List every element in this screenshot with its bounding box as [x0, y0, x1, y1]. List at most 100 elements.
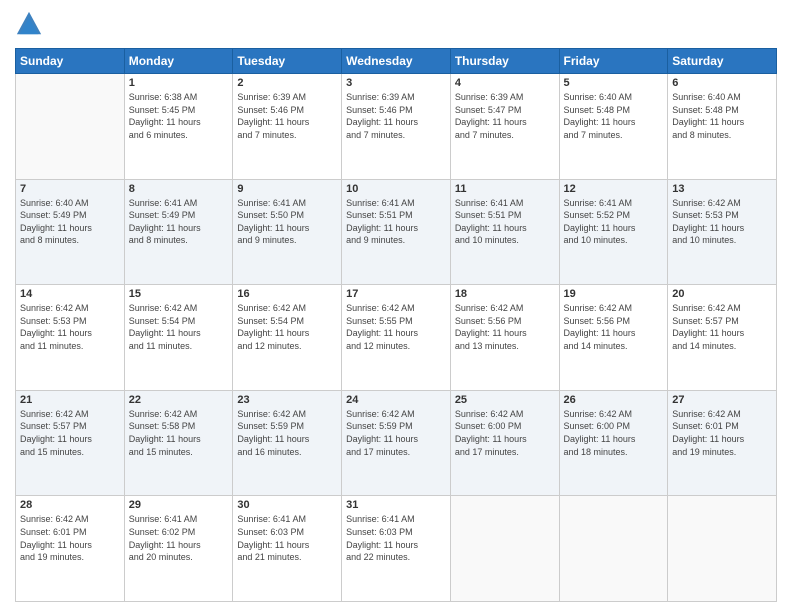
header-saturday: Saturday: [668, 49, 777, 74]
header-monday: Monday: [124, 49, 233, 74]
calendar-cell: [16, 74, 125, 180]
day-info: Sunrise: 6:42 AM Sunset: 5:54 PM Dayligh…: [129, 302, 229, 352]
day-number: 29: [129, 499, 229, 511]
calendar-week-row: 7Sunrise: 6:40 AM Sunset: 5:49 PM Daylig…: [16, 179, 777, 285]
calendar-body: 1 Sunrise: 6:38 AM Sunset: 5:45 PM Daylig…: [16, 74, 777, 602]
calendar-cell: 23Sunrise: 6:42 AM Sunset: 5:59 PM Dayli…: [233, 390, 342, 496]
day-info: Sunrise: 6:42 AM Sunset: 6:01 PM Dayligh…: [20, 513, 120, 563]
header: [15, 10, 777, 40]
day-number: 23: [237, 394, 337, 406]
calendar-cell: 28 Sunrise: 6:42 AM Sunset: 6:01 PM Dayli…: [16, 496, 125, 602]
day-info: Sunrise: 6:41 AM Sunset: 5:52 PM Dayligh…: [564, 197, 664, 247]
day-number: 28: [20, 499, 120, 511]
day-info: Sunrise: 6:42 AM Sunset: 5:56 PM Dayligh…: [455, 302, 555, 352]
calendar-cell: 14 Sunrise: 6:42 AM Sunset: 5:53 PM Dayli…: [16, 285, 125, 391]
header-friday: Friday: [559, 49, 668, 74]
header-thursday: Thursday: [450, 49, 559, 74]
header-tuesday: Tuesday: [233, 49, 342, 74]
day-info: Sunrise: 6:41 AM Sunset: 6:03 PM Dayligh…: [237, 513, 337, 563]
day-info: Sunrise: 6:41 AM Sunset: 5:50 PM Dayligh…: [237, 197, 337, 247]
day-info: Sunrise: 6:42 AM Sunset: 5:57 PM Dayligh…: [672, 302, 772, 352]
day-info: Sunrise: 6:39 AM Sunset: 5:46 PM Dayligh…: [346, 91, 446, 141]
day-number: 9: [237, 183, 337, 195]
logo-icon: [15, 10, 43, 38]
day-number: 27: [672, 394, 772, 406]
day-info: Sunrise: 6:42 AM Sunset: 5:53 PM Dayligh…: [20, 302, 120, 352]
calendar-table: Sunday Monday Tuesday Wednesday Thursday…: [15, 48, 777, 602]
calendar-cell: 1 Sunrise: 6:38 AM Sunset: 5:45 PM Daylig…: [124, 74, 233, 180]
day-info: Sunrise: 6:42 AM Sunset: 5:53 PM Dayligh…: [672, 197, 772, 247]
calendar-cell: 26 Sunrise: 6:42 AM Sunset: 6:00 PM Dayli…: [559, 390, 668, 496]
day-number: 7: [20, 183, 120, 195]
day-info: Sunrise: 6:38 AM Sunset: 5:45 PM Dayligh…: [129, 91, 229, 141]
page: Sunday Monday Tuesday Wednesday Thursday…: [0, 0, 792, 612]
header-sunday: Sunday: [16, 49, 125, 74]
day-number: 10: [346, 183, 446, 195]
day-info: Sunrise: 6:42 AM Sunset: 5:58 PM Dayligh…: [129, 408, 229, 458]
day-info: Sunrise: 6:41 AM Sunset: 5:49 PM Dayligh…: [129, 197, 229, 247]
day-number: 17: [346, 288, 446, 300]
day-number: 1: [129, 77, 229, 89]
calendar-cell: 12 Sunrise: 6:41 AM Sunset: 5:52 PM Dayli…: [559, 179, 668, 285]
calendar-cell: 20Sunrise: 6:42 AM Sunset: 5:57 PM Dayli…: [668, 285, 777, 391]
calendar-cell: 4 Sunrise: 6:39 AM Sunset: 5:47 PM Daylig…: [450, 74, 559, 180]
calendar-cell: 5 Sunrise: 6:40 AM Sunset: 5:48 PM Daylig…: [559, 74, 668, 180]
calendar-cell: 22 Sunrise: 6:42 AM Sunset: 5:58 PM Dayli…: [124, 390, 233, 496]
day-info: Sunrise: 6:40 AM Sunset: 5:48 PM Dayligh…: [672, 91, 772, 141]
day-info: Sunrise: 6:42 AM Sunset: 6:01 PM Dayligh…: [672, 408, 772, 458]
day-info: Sunrise: 6:41 AM Sunset: 6:02 PM Dayligh…: [129, 513, 229, 563]
day-info: Sunrise: 6:42 AM Sunset: 6:00 PM Dayligh…: [564, 408, 664, 458]
day-number: 12: [564, 183, 664, 195]
day-info: Sunrise: 6:42 AM Sunset: 5:55 PM Dayligh…: [346, 302, 446, 352]
logo: [15, 10, 45, 40]
calendar-cell: 7Sunrise: 6:40 AM Sunset: 5:49 PM Daylig…: [16, 179, 125, 285]
calendar-cell: 13 Sunrise: 6:42 AM Sunset: 5:53 PM Dayli…: [668, 179, 777, 285]
day-number: 19: [564, 288, 664, 300]
day-number: 26: [564, 394, 664, 406]
calendar-cell: 10 Sunrise: 6:41 AM Sunset: 5:51 PM Dayli…: [342, 179, 451, 285]
header-wednesday: Wednesday: [342, 49, 451, 74]
calendar-week-row: 14 Sunrise: 6:42 AM Sunset: 5:53 PM Dayli…: [16, 285, 777, 391]
day-number: 5: [564, 77, 664, 89]
day-info: Sunrise: 6:40 AM Sunset: 5:48 PM Dayligh…: [564, 91, 664, 141]
day-number: 31: [346, 499, 446, 511]
calendar-cell: 8 Sunrise: 6:41 AM Sunset: 5:49 PM Daylig…: [124, 179, 233, 285]
day-number: 2: [237, 77, 337, 89]
calendar-cell: 17 Sunrise: 6:42 AM Sunset: 5:55 PM Dayli…: [342, 285, 451, 391]
calendar-week-row: 21 Sunrise: 6:42 AM Sunset: 5:57 PM Dayli…: [16, 390, 777, 496]
day-info: Sunrise: 6:41 AM Sunset: 5:51 PM Dayligh…: [346, 197, 446, 247]
day-number: 8: [129, 183, 229, 195]
calendar-cell: [450, 496, 559, 602]
day-info: Sunrise: 6:39 AM Sunset: 5:47 PM Dayligh…: [455, 91, 555, 141]
day-info: Sunrise: 6:41 AM Sunset: 6:03 PM Dayligh…: [346, 513, 446, 563]
day-info: Sunrise: 6:39 AM Sunset: 5:46 PM Dayligh…: [237, 91, 337, 141]
day-number: 16: [237, 288, 337, 300]
day-number: 25: [455, 394, 555, 406]
calendar-cell: 25 Sunrise: 6:42 AM Sunset: 6:00 PM Dayli…: [450, 390, 559, 496]
calendar-cell: 9 Sunrise: 6:41 AM Sunset: 5:50 PM Daylig…: [233, 179, 342, 285]
calendar-cell: 19 Sunrise: 6:42 AM Sunset: 5:56 PM Dayli…: [559, 285, 668, 391]
day-number: 14: [20, 288, 120, 300]
day-info: Sunrise: 6:42 AM Sunset: 6:00 PM Dayligh…: [455, 408, 555, 458]
calendar-cell: 18Sunrise: 6:42 AM Sunset: 5:56 PM Dayli…: [450, 285, 559, 391]
day-number: 24: [346, 394, 446, 406]
calendar-week-row: 1 Sunrise: 6:38 AM Sunset: 5:45 PM Daylig…: [16, 74, 777, 180]
day-number: 4: [455, 77, 555, 89]
day-info: Sunrise: 6:42 AM Sunset: 5:57 PM Dayligh…: [20, 408, 120, 458]
weekday-header-row: Sunday Monday Tuesday Wednesday Thursday…: [16, 49, 777, 74]
day-number: 21: [20, 394, 120, 406]
day-number: 30: [237, 499, 337, 511]
calendar-cell: [559, 496, 668, 602]
calendar-cell: 16 Sunrise: 6:42 AM Sunset: 5:54 PM Dayli…: [233, 285, 342, 391]
calendar-cell: 31 Sunrise: 6:41 AM Sunset: 6:03 PM Dayli…: [342, 496, 451, 602]
day-number: 22: [129, 394, 229, 406]
day-info: Sunrise: 6:41 AM Sunset: 5:51 PM Dayligh…: [455, 197, 555, 247]
calendar-cell: 3Sunrise: 6:39 AM Sunset: 5:46 PM Daylig…: [342, 74, 451, 180]
calendar-cell: 29 Sunrise: 6:41 AM Sunset: 6:02 PM Dayli…: [124, 496, 233, 602]
calendar-cell: 30 Sunrise: 6:41 AM Sunset: 6:03 PM Dayli…: [233, 496, 342, 602]
day-info: Sunrise: 6:42 AM Sunset: 5:56 PM Dayligh…: [564, 302, 664, 352]
day-number: 11: [455, 183, 555, 195]
day-number: 15: [129, 288, 229, 300]
day-number: 13: [672, 183, 772, 195]
day-info: Sunrise: 6:42 AM Sunset: 5:54 PM Dayligh…: [237, 302, 337, 352]
